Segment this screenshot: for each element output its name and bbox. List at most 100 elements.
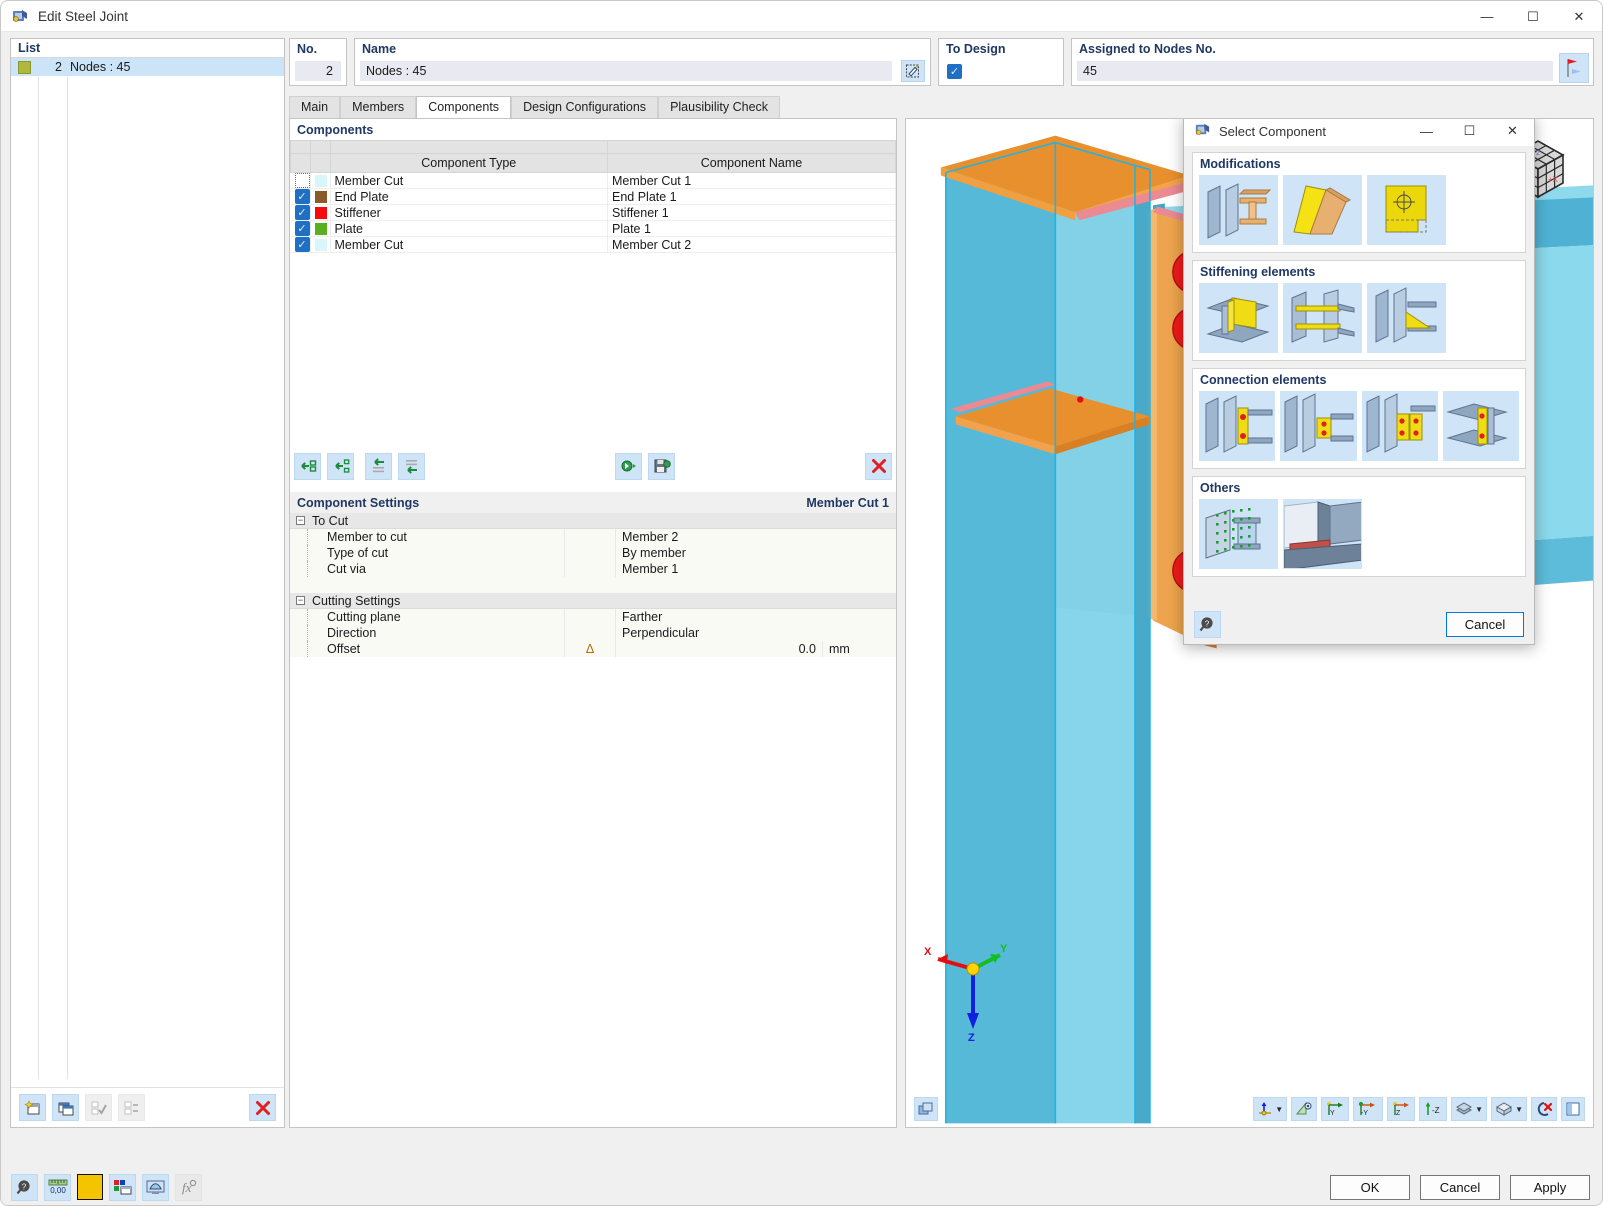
- edit-name-button[interactable]: [901, 60, 925, 82]
- close-button[interactable]: ✕: [1556, 1, 1602, 32]
- property-row[interactable]: Cutting plane Farther: [290, 609, 896, 625]
- apply-button[interactable]: Apply: [1510, 1174, 1590, 1200]
- maximize-button[interactable]: ☐: [1510, 1, 1556, 32]
- view-negative-z-icon[interactable]: -Z: [1419, 1097, 1448, 1121]
- view-direction-icon[interactable]: [1291, 1097, 1318, 1121]
- dialog-maximize-button[interactable]: ☐: [1448, 119, 1491, 146]
- detach-view-icon[interactable]: [1561, 1097, 1585, 1121]
- row-checkbox-cell[interactable]: [290, 172, 311, 189]
- collapse-icon[interactable]: −: [296, 516, 305, 525]
- angle-cleat-thumb[interactable]: [1442, 391, 1519, 461]
- select-all-button[interactable]: [85, 1094, 112, 1121]
- view-x-icon[interactable]: Y: [1321, 1097, 1350, 1121]
- visual-settings-icon[interactable]: [142, 1173, 169, 1201]
- view-negative-y-icon[interactable]: -Y: [1353, 1097, 1384, 1121]
- row-checkbox[interactable]: ✓: [294, 221, 310, 236]
- web-stiffener-thumb[interactable]: [1283, 283, 1362, 353]
- property-value[interactable]: Member 1: [616, 561, 896, 577]
- delete-joint-button[interactable]: [249, 1094, 276, 1121]
- tab-components[interactable]: Components: [416, 96, 512, 118]
- property-value[interactable]: By member: [616, 545, 896, 561]
- property-value[interactable]: Farther: [616, 609, 896, 625]
- new-joint-button[interactable]: [19, 1094, 46, 1121]
- export-component-icon[interactable]: [648, 452, 675, 480]
- color-swatch-icon[interactable]: [77, 1173, 103, 1200]
- settings-group-cutting-settings[interactable]: − Cutting Settings: [290, 593, 896, 609]
- fin-plate-thumb[interactable]: [1280, 391, 1357, 461]
- row-checkbox-cell[interactable]: ✓: [290, 236, 311, 253]
- property-unit[interactable]: mm: [822, 641, 896, 657]
- pick-nodes-button[interactable]: [1559, 53, 1589, 83]
- tab-design-configurations[interactable]: Design Configurations: [511, 96, 659, 118]
- table-row[interactable]: ✓ Plate Plate 1: [290, 220, 896, 237]
- row-checkbox[interactable]: ✓: [294, 189, 310, 204]
- tab-main[interactable]: Main: [289, 96, 341, 118]
- insert-component-before-icon[interactable]: [327, 452, 354, 480]
- view-z-icon[interactable]: Z: [1387, 1097, 1416, 1121]
- dialog-minimize-button[interactable]: —: [1405, 119, 1448, 146]
- duplicate-joint-button[interactable]: [52, 1094, 79, 1121]
- stiffener-thumb[interactable]: [1199, 283, 1278, 353]
- surface-mesh-thumb[interactable]: [1199, 499, 1278, 569]
- table-row[interactable]: ✓ End Plate End Plate 1: [290, 188, 896, 205]
- invert-selection-button[interactable]: [118, 1094, 145, 1121]
- 3d-viewport[interactable]: +Y +X +Z X Y: [905, 118, 1594, 1128]
- property-row[interactable]: Type of cut By member: [290, 545, 896, 561]
- chamfer-thumb[interactable]: [1283, 175, 1362, 245]
- weld-thumb[interactable]: [1283, 499, 1362, 569]
- display-properties-icon[interactable]: [109, 1173, 136, 1201]
- cancel-button[interactable]: Cancel: [1446, 611, 1524, 637]
- display-box-icon[interactable]: ▼: [1491, 1097, 1527, 1121]
- joint-number-value[interactable]: 2: [295, 61, 341, 81]
- row-checkbox-cell[interactable]: ✓: [290, 220, 311, 237]
- workplane-icon[interactable]: ▼: [1253, 1097, 1288, 1121]
- decimal-places-icon[interactable]: 0,00: [44, 1173, 71, 1201]
- tab-members[interactable]: Members: [340, 96, 417, 118]
- import-component-icon[interactable]: [615, 452, 642, 480]
- opening-thumb[interactable]: [1367, 175, 1446, 245]
- property-row[interactable]: Cut via Member 1: [290, 561, 896, 577]
- formula-icon[interactable]: fx: [175, 1173, 202, 1201]
- property-row[interactable]: Offset Δ 0.0 mm: [290, 641, 896, 657]
- move-up-icon[interactable]: [365, 452, 392, 480]
- ok-button[interactable]: OK: [1330, 1174, 1410, 1200]
- deselect-icon[interactable]: [1531, 1097, 1557, 1121]
- property-value[interactable]: Member 2: [616, 529, 896, 545]
- chevron-down-icon[interactable]: ▼: [1275, 1105, 1283, 1114]
- assigned-nodes-input[interactable]: 45: [1077, 61, 1553, 81]
- property-number[interactable]: 0.0: [616, 641, 822, 657]
- joint-name-input[interactable]: Nodes : 45: [360, 61, 892, 81]
- row-checkbox[interactable]: [294, 173, 310, 188]
- tab-plausibility-check[interactable]: Plausibility Check: [658, 96, 781, 118]
- property-row[interactable]: Direction Perpendicular: [290, 625, 896, 641]
- table-row[interactable]: Member Cut Member Cut 1: [290, 172, 896, 189]
- chevron-down-icon[interactable]: ▼: [1515, 1105, 1523, 1114]
- end-plate-thumb[interactable]: [1199, 391, 1276, 461]
- row-checkbox[interactable]: ✓: [294, 237, 310, 252]
- row-checkbox-cell[interactable]: ✓: [290, 204, 311, 221]
- delete-component-icon[interactable]: [865, 452, 892, 480]
- dialog-close-button[interactable]: ✕: [1491, 119, 1534, 146]
- list-item[interactable]: 2 Nodes : 45: [11, 58, 284, 76]
- haunch-thumb[interactable]: [1367, 283, 1446, 353]
- settings-group-to-cut[interactable]: − To Cut: [290, 513, 896, 529]
- property-row[interactable]: Member to cut Member 2: [290, 529, 896, 545]
- row-checkbox[interactable]: ✓: [294, 205, 310, 220]
- to-design-checkbox[interactable]: ✓: [947, 64, 962, 79]
- table-row[interactable]: ✓ Member Cut Member Cut 2: [290, 236, 896, 253]
- help-icon[interactable]: ?: [11, 1173, 38, 1201]
- bolted-plate-thumb[interactable]: [1361, 391, 1438, 461]
- chevron-down-icon[interactable]: ▼: [1475, 1105, 1483, 1114]
- minimize-button[interactable]: —: [1464, 1, 1510, 32]
- property-value[interactable]: Perpendicular: [616, 625, 896, 641]
- table-row[interactable]: ✓ Stiffener Stiffener 1: [290, 204, 896, 221]
- move-down-icon[interactable]: [398, 452, 425, 480]
- cancel-button[interactable]: Cancel: [1420, 1174, 1500, 1200]
- insert-component-icon[interactable]: [294, 452, 321, 480]
- row-checkbox-cell[interactable]: ✓: [290, 188, 311, 205]
- collapse-icon[interactable]: −: [296, 596, 305, 605]
- member-cut-thumb[interactable]: [1199, 175, 1278, 245]
- render-mode-icon[interactable]: [914, 1097, 938, 1121]
- render-style-icon[interactable]: ▼: [1451, 1097, 1488, 1121]
- help-icon[interactable]: ?: [1194, 610, 1221, 638]
